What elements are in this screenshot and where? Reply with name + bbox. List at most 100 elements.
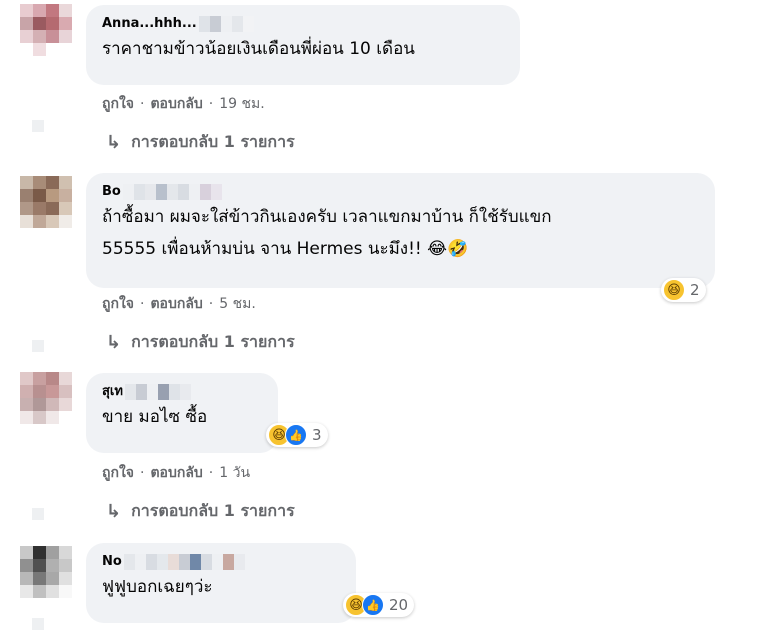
comment-author[interactable]: Anna...hhh... xyxy=(102,15,504,33)
reaction-summary[interactable]: 😆 2 xyxy=(661,278,706,302)
avatar-pixel xyxy=(59,585,72,598)
comment-bubble: No ฟูฟูบอกเฉยๆว่ะ xyxy=(86,543,356,623)
avatar-pixel xyxy=(59,385,72,398)
reply-button[interactable]: ตอบกลับ xyxy=(150,462,202,484)
avatar-pixel xyxy=(59,546,72,559)
avatar-pixel xyxy=(33,176,46,189)
replies-label[interactable]: การตอบกลับ 1 รายการ xyxy=(131,330,295,355)
avatar-pixel xyxy=(59,572,72,585)
avatar-pixel xyxy=(33,546,46,559)
like-reaction-icon: 👍 xyxy=(362,594,384,616)
avatar-pixel xyxy=(20,546,33,559)
comment-actions: ถูกใจ · ตอบกลับ · 5 ชม. xyxy=(102,293,256,315)
comment-actions: ถูกใจ · ตอบกลับ · 19 ชม. xyxy=(102,93,265,115)
author-name-blurred xyxy=(198,16,254,32)
separator: · xyxy=(208,96,214,112)
avatar-pixel xyxy=(20,43,33,56)
avatar-pixel xyxy=(46,43,59,56)
comment-text: ถ้าซื้อมา ผมจะใส่ข้าวกินเองครับ เวลาแขกม… xyxy=(102,207,552,259)
author-name[interactable]: Anna...hhh... xyxy=(102,15,197,33)
avatar-shadow xyxy=(32,508,44,520)
separator: · xyxy=(140,296,145,312)
avatar-pixel xyxy=(20,559,33,572)
avatar-pixel xyxy=(46,398,59,411)
comment-text: ฟูฟูบอกเฉยๆว่ะ xyxy=(102,577,213,597)
avatar-pixel xyxy=(20,385,33,398)
comment-author[interactable]: Bo xyxy=(102,183,699,201)
separator: · xyxy=(140,96,145,112)
avatar-shadow xyxy=(32,120,44,132)
replies-label[interactable]: การตอบกลับ 1 รายการ xyxy=(131,499,295,524)
avatar-pixel xyxy=(46,559,59,572)
comment-bubble: Bo ถ้าซื้อมา ผมจะใส่ข้าวกินเองครับ เวลาแ… xyxy=(86,173,715,288)
avatar-pixel xyxy=(20,215,33,228)
avatar-pixel xyxy=(59,215,72,228)
avatar-pixel xyxy=(20,411,33,424)
comment-timestamp[interactable]: 5 ชม. xyxy=(219,293,256,315)
avatar-pixel xyxy=(33,43,46,56)
avatar[interactable] xyxy=(20,176,72,228)
author-name[interactable]: สุเท xyxy=(102,383,123,401)
separator: · xyxy=(208,465,214,481)
avatar-pixel xyxy=(33,572,46,585)
comment-author[interactable]: สุเท xyxy=(102,383,262,401)
avatar-pixel xyxy=(33,585,46,598)
avatar-pixel xyxy=(46,411,59,424)
replies-label[interactable]: การตอบกลับ 1 รายการ xyxy=(131,130,295,155)
avatar-pixel xyxy=(20,17,33,30)
avatar-pixel xyxy=(20,30,33,43)
like-button[interactable]: ถูกใจ xyxy=(102,293,134,315)
like-button[interactable]: ถูกใจ xyxy=(102,93,134,115)
reaction-summary[interactable]: 😆 👍 20 xyxy=(343,593,415,617)
avatar-pixel xyxy=(20,189,33,202)
avatar-pixel xyxy=(33,372,46,385)
view-replies-link[interactable]: ↳ การตอบกลับ 1 รายการ xyxy=(106,499,295,524)
avatar-pixel xyxy=(59,17,72,30)
view-replies-link[interactable]: ↳ การตอบกลับ 1 รายการ xyxy=(106,130,295,155)
reaction-count: 20 xyxy=(389,596,409,614)
avatar-pixel xyxy=(46,17,59,30)
avatar-pixel xyxy=(46,202,59,215)
avatar-pixel xyxy=(33,4,46,17)
avatar-pixel xyxy=(59,559,72,572)
reply-arrow-icon: ↳ xyxy=(106,132,122,153)
reply-button[interactable]: ตอบกลับ xyxy=(150,93,202,115)
comment-bubble: สุเท ขาย มอไซ ซื้อ xyxy=(86,373,278,453)
comment-timestamp[interactable]: 19 ชม. xyxy=(219,93,264,115)
comment-text: ขาย มอไซ ซื้อ xyxy=(102,407,208,427)
avatar[interactable] xyxy=(20,372,72,424)
like-reaction-icon: 👍 xyxy=(285,424,307,446)
avatar-shadow xyxy=(32,618,44,630)
avatar-pixel xyxy=(20,372,33,385)
reaction-summary[interactable]: 😆 👍 3 xyxy=(266,423,328,447)
avatar-pixel xyxy=(46,30,59,43)
comment-author[interactable]: No xyxy=(102,553,340,571)
avatar-pixel xyxy=(46,372,59,385)
avatar-pixel xyxy=(33,559,46,572)
reply-arrow-icon: ↳ xyxy=(106,332,122,353)
avatar-pixel xyxy=(33,398,46,411)
author-name[interactable]: No xyxy=(102,553,122,571)
avatar-pixel xyxy=(46,572,59,585)
view-replies-link[interactable]: ↳ การตอบกลับ 1 รายการ xyxy=(106,330,295,355)
avatar-shadow xyxy=(32,340,44,352)
haha-reaction-icon: 😆 xyxy=(663,279,685,301)
avatar-pixel xyxy=(33,30,46,43)
avatar-pixel xyxy=(33,215,46,228)
comment-actions: ถูกใจ · ตอบกลับ · 1 วัน xyxy=(102,462,250,484)
avatar-pixel xyxy=(33,411,46,424)
reply-button[interactable]: ตอบกลับ xyxy=(150,293,202,315)
separator: · xyxy=(208,296,214,312)
avatar-pixel xyxy=(20,585,33,598)
avatar-pixel xyxy=(59,398,72,411)
avatar[interactable] xyxy=(20,546,72,598)
avatar-pixel xyxy=(33,189,46,202)
avatar-pixel xyxy=(46,385,59,398)
avatar-pixel xyxy=(20,4,33,17)
like-button[interactable]: ถูกใจ xyxy=(102,462,134,484)
avatar-pixel xyxy=(59,176,72,189)
avatar[interactable] xyxy=(20,4,72,56)
author-name[interactable]: Bo xyxy=(102,183,121,201)
comment-timestamp[interactable]: 1 วัน xyxy=(219,462,250,484)
avatar-pixel xyxy=(59,4,72,17)
